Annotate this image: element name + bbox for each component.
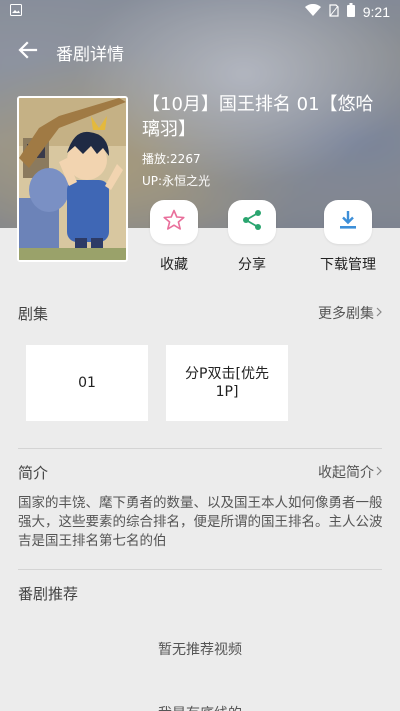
star-icon [162,208,186,236]
show-info: 【10月】国王排名 01【悠哈璃羽】 播放:2267 UP:永恒之光 [142,92,387,190]
intro-header: 简介 收起简介 [18,457,382,487]
episodes-header: 剧集 更多剧集 [18,298,382,328]
uploader: UP:永恒之光 [142,174,211,188]
episodes-title: 剧集 [18,304,49,323]
favorite-button-bg [150,200,198,244]
action-bar: 收藏 分享 下载管理 [142,200,400,280]
wifi-icon [304,3,321,20]
battery-icon [346,3,355,21]
collapse-intro-link[interactable]: 收起简介 [318,462,382,482]
share-label: 分享 [238,257,266,273]
page-title: 番剧详情 [56,44,124,65]
favorite-label: 收藏 [160,257,188,273]
recommend-title: 番剧推荐 [18,584,79,603]
more-episodes-link[interactable]: 更多剧集 [318,303,382,323]
download-button-bg [324,200,372,244]
download-manage-label: 下载管理 [320,257,376,273]
cover-image [17,96,128,262]
no-sim-icon [329,3,339,21]
chevron-right-icon [376,305,382,321]
empty-recommend-text: 暂无推荐视频 [158,642,242,658]
back-button[interactable] [0,24,56,80]
download-icon [336,208,360,236]
more-episodes-label: 更多剧集 [318,306,374,322]
share-button[interactable]: 分享 [206,200,298,280]
status-bar: 9:21 [0,0,400,24]
chevron-right-icon [376,464,382,480]
episode-card[interactable]: 01 [26,345,148,421]
favorite-button[interactable]: 收藏 [142,200,206,280]
share-icon [240,208,264,236]
intro-title: 简介 [18,463,49,482]
image-icon [10,4,22,20]
show-title: 【10月】国王排名 01【悠哈璃羽】 [142,94,374,140]
divider [18,448,382,449]
intro-text: 国家的丰饶、麾下勇者的数量、以及国王本人如何像勇者一般强大，这些要素的综合排名，… [18,495,383,549]
divider [18,569,382,570]
download-manage-button[interactable]: 下载管理 [298,200,398,280]
episode-card[interactable]: 分P双击[优先1P] [166,345,288,421]
collapse-intro-label: 收起简介 [318,465,374,481]
app-bar: 番剧详情 [0,24,400,80]
arrow-left-icon [18,40,38,64]
end-of-list-text: 我是有底线的 [0,703,400,711]
share-button-bg [228,200,276,244]
play-count: 播放:2267 [142,152,201,166]
clock: 9:21 [362,4,390,20]
recommend-header: 番剧推荐 [18,578,382,608]
